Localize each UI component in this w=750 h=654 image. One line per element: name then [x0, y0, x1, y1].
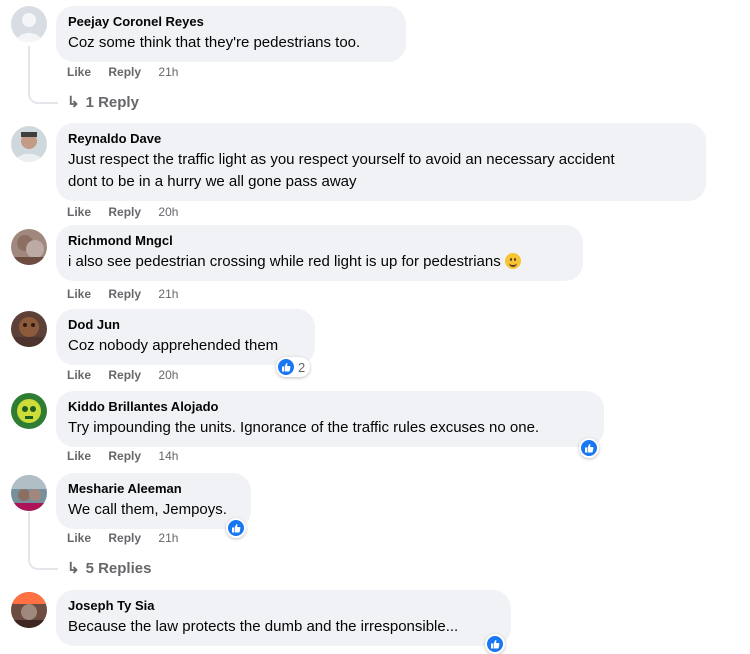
comment-text: Coz some think that they're pedestrians … [68, 34, 361, 51]
reply-button[interactable]: Reply [108, 65, 141, 79]
like-reaction-icon [278, 359, 294, 375]
comment-timestamp[interactable]: 20h [158, 368, 178, 382]
comment-bubble: Peejay Coronel Reyes Coz some think that… [56, 6, 406, 62]
comment-author[interactable]: Mesharie Aleeman [68, 481, 239, 497]
like-button[interactable]: Like [67, 287, 91, 301]
comment-bubble: Kiddo Brillantes Alojado Try impounding … [56, 391, 604, 447]
reaction-summary[interactable] [485, 634, 505, 654]
like-reaction-icon [581, 440, 597, 456]
comment-text: Because the law protects the dumb and th… [68, 618, 459, 635]
comment-actions: Like Reply 21h [67, 531, 192, 545]
like-reaction-icon [228, 520, 244, 536]
like-button[interactable]: Like [67, 449, 91, 463]
reply-arrow-icon: ↳ [67, 94, 80, 111]
comment-bubble: Reynaldo Dave Just respect the traffic l… [56, 123, 706, 201]
smile-emoji-icon [504, 253, 521, 269]
user-photo-avatar [11, 311, 47, 347]
comment-text: Just respect the traffic light as you re… [68, 151, 615, 190]
comment-text: i also see pedestrian crossing while red… [68, 251, 571, 273]
comment-timestamp[interactable]: 21h [158, 287, 178, 301]
view-replies-link[interactable]: ↳ 1 Reply [67, 93, 139, 111]
comment-actions: Like Reply 20h [67, 205, 192, 219]
replies-count: 1 Reply [85, 94, 139, 111]
like-button[interactable]: Like [67, 531, 91, 545]
avatar[interactable] [11, 6, 47, 42]
reaction-summary[interactable] [579, 438, 599, 458]
comment-text: Try impounding the units. Ignorance of t… [68, 419, 540, 436]
comment-actions: Like Reply 20h [67, 368, 192, 382]
comment-text-content: i also see pedestrian crossing while red… [68, 253, 501, 270]
reply-button[interactable]: Reply [108, 287, 141, 301]
like-button[interactable]: Like [67, 368, 91, 382]
comment-author[interactable]: Joseph Ty Sia [68, 598, 499, 614]
comment-timestamp[interactable]: 14h [158, 449, 178, 463]
comment-bubble: Dod Jun Coz nobody apprehended them [56, 309, 315, 365]
view-replies-link[interactable]: ↳ 5 Replies [67, 559, 151, 577]
like-button[interactable]: Like [67, 65, 91, 79]
reply-button[interactable]: Reply [108, 531, 141, 545]
comment-author[interactable]: Reynaldo Dave [68, 131, 694, 147]
avatar[interactable] [11, 475, 47, 511]
reply-button[interactable]: Reply [108, 205, 141, 219]
avatar[interactable] [11, 393, 47, 429]
comment-bubble: Mesharie Aleeman We call them, Jempoys. [56, 473, 251, 529]
avatar[interactable] [11, 311, 47, 347]
comment-actions: Like Reply 21h [67, 65, 192, 79]
replies-count: 5 Replies [85, 560, 152, 577]
reply-arrow-icon: ↳ [67, 560, 80, 577]
comment-author[interactable]: Kiddo Brillantes Alojado [68, 399, 592, 415]
comment-bubble: Joseph Ty Sia Because the law protects t… [56, 590, 511, 646]
like-button[interactable]: Like [67, 205, 91, 219]
avatar[interactable] [11, 229, 47, 265]
comment-actions: Like Reply 14h [67, 449, 192, 463]
comment-text: Coz nobody apprehended them [68, 337, 279, 354]
reply-button[interactable]: Reply [108, 449, 141, 463]
reaction-summary[interactable] [226, 518, 246, 538]
user-photo-avatar [11, 229, 47, 265]
comment-author[interactable]: Peejay Coronel Reyes [68, 14, 394, 30]
avatar[interactable] [11, 126, 47, 162]
comment-timestamp[interactable]: 20h [158, 205, 178, 219]
comment-author[interactable]: Dod Jun [68, 317, 303, 333]
reaction-summary[interactable]: 2 [276, 357, 311, 377]
skull-logo-avatar [11, 393, 47, 429]
default-avatar-icon [11, 6, 47, 42]
comment-timestamp[interactable]: 21h [158, 531, 178, 545]
comment-text: We call them, Jempoys. [68, 501, 227, 518]
comment-actions: Like Reply 21h [67, 287, 192, 301]
comment-author[interactable]: Richmond Mngcl [68, 233, 571, 249]
comment-bubble: Richmond Mngcl i also see pedestrian cro… [56, 225, 583, 281]
avatar[interactable] [11, 592, 47, 628]
user-photo-avatar [11, 126, 47, 162]
reaction-count: 2 [298, 359, 306, 375]
comment-timestamp[interactable]: 21h [158, 65, 178, 79]
thread-connector [28, 46, 58, 104]
reply-button[interactable]: Reply [108, 368, 141, 382]
user-photo-avatar [11, 475, 47, 511]
like-reaction-icon [487, 636, 503, 652]
thread-connector [28, 512, 58, 570]
user-photo-avatar [11, 592, 47, 628]
